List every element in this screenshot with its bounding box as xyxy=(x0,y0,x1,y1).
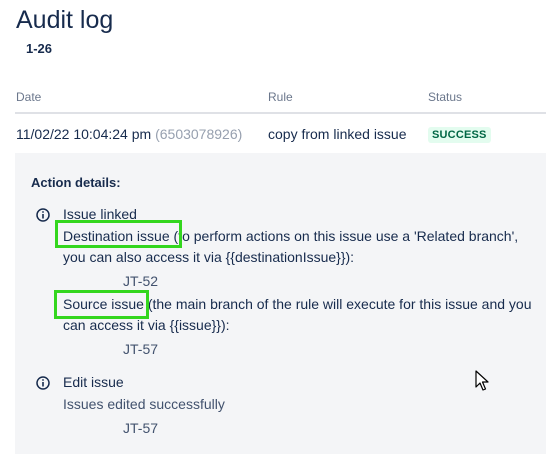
table-row-date[interactable]: 11/02/22 10:04:24 pm (6503078926) xyxy=(16,126,242,142)
mouse-cursor-icon xyxy=(475,370,489,391)
column-header-date[interactable]: Date xyxy=(16,90,41,104)
destination-line-2: you can also access it via {{destination… xyxy=(63,249,355,265)
destination-issue-highlight xyxy=(55,220,182,248)
info-icon xyxy=(36,376,50,390)
action-details-title: Action details: xyxy=(31,175,121,190)
page-title: Audit log xyxy=(16,6,114,34)
status-badge: SUCCESS xyxy=(428,127,491,143)
pagination-range: 1-26 xyxy=(26,41,53,56)
column-header-rule[interactable]: Rule xyxy=(268,90,293,104)
table-row-rule[interactable]: copy from linked issue xyxy=(268,126,407,142)
edited-issue-key[interactable]: JT-57 xyxy=(123,420,158,436)
edit-issue-heading: Edit issue xyxy=(63,374,124,390)
edit-issue-text: Issues edited successfully xyxy=(63,396,225,412)
audit-log-page: Audit log 1-26 Date Rule Status 11/02/22… xyxy=(0,0,546,454)
column-header-status[interactable]: Status xyxy=(428,90,462,104)
source-issue-key[interactable]: JT-57 xyxy=(123,341,158,357)
destination-issue-key[interactable]: JT-52 xyxy=(123,273,158,289)
row-date-text: 11/02/22 10:04:24 pm xyxy=(16,126,152,142)
source-issue-highlight xyxy=(54,290,149,319)
header-divider xyxy=(15,112,546,114)
row-execution-id: (6503078926) xyxy=(155,126,243,142)
info-icon xyxy=(36,208,50,222)
destination-issue-desc: (to perform actions on this issue use a … xyxy=(169,228,519,244)
source-issue-desc: (the main branch of the rule will execut… xyxy=(143,296,532,312)
